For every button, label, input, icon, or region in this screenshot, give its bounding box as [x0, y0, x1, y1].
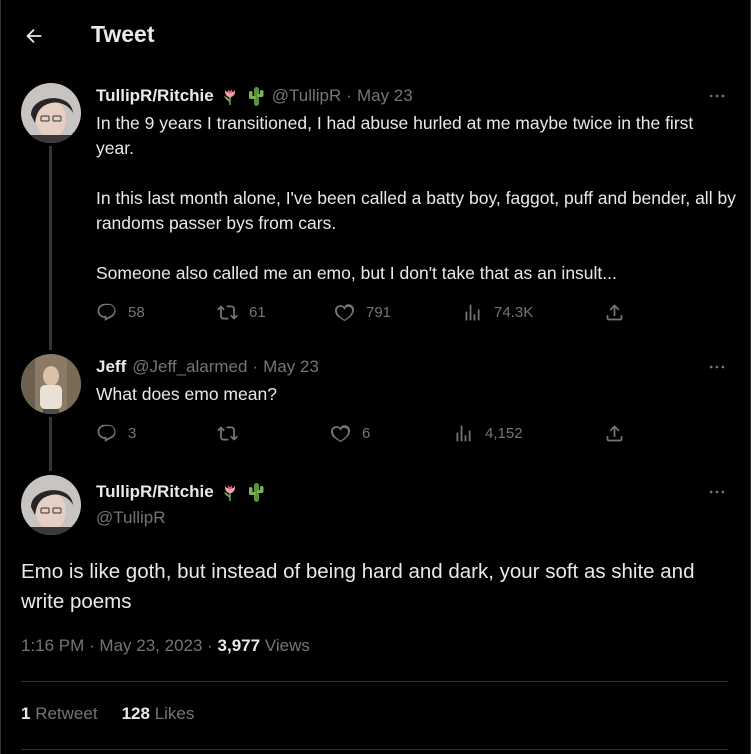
- tweet-text: In the 9 years I transitioned, I had abu…: [96, 113, 736, 283]
- retweet-button[interactable]: 61: [217, 302, 266, 323]
- more-icon: [709, 490, 725, 494]
- more-icon: [709, 94, 725, 98]
- tweet-handle-row: @TullipR: [96, 508, 166, 528]
- cactus-emoji-icon: [246, 482, 266, 502]
- tweet-text: What does emo mean?: [96, 384, 277, 404]
- user-handle[interactable]: @Jeff_alarmed: [132, 357, 247, 377]
- cactus-emoji-icon: [246, 86, 266, 106]
- thread-connector: [49, 417, 52, 471]
- page-title: Tweet: [91, 21, 155, 47]
- more-options-button[interactable]: [705, 357, 729, 377]
- user-handle[interactable]: @TullipR: [96, 508, 166, 528]
- page-header: Tweet: [1, 0, 751, 70]
- retweet-icon: [217, 426, 238, 441]
- divider: [21, 749, 728, 750]
- retweet-total: 1: [21, 704, 31, 723]
- focused-tweet-text: Emo is like goth, but instead of being h…: [21, 560, 695, 613]
- dot-separator: ·: [84, 636, 100, 655]
- tweet-actions: 3 6 4,152: [96, 423, 636, 447]
- user-handle[interactable]: @TullipR: [272, 86, 342, 106]
- views-count: 74.3K: [494, 304, 534, 321]
- tulip-emoji-icon: [220, 86, 240, 106]
- retweet-label: Retweet: [35, 704, 98, 723]
- reply-button[interactable]: 3: [96, 423, 136, 444]
- display-name[interactable]: TullipR/Ritchie: [96, 86, 214, 106]
- reply-icon: [97, 424, 116, 442]
- heart-icon: [330, 425, 351, 443]
- tweet-author-row: TullipR/Ritchie: [96, 482, 266, 502]
- views-count: 4,152: [485, 425, 523, 442]
- tweet-author-row: Jeff @Jeff_alarmed · May 23: [96, 357, 319, 377]
- avatar[interactable]: [21, 354, 81, 414]
- likes-total: 128: [121, 704, 150, 723]
- analytics-icon: [465, 304, 480, 321]
- tweet-author-row: TullipR/Ritchie @TullipR · May 23: [96, 86, 413, 106]
- engagement-stats: 1 Retweet 128 Likes: [21, 704, 194, 724]
- tweet-time[interactable]: 1:16 PM: [21, 636, 84, 655]
- views-button[interactable]: 4,152: [453, 423, 523, 444]
- likes-label: Likes: [154, 704, 195, 723]
- tweet-actions: 58 61 791 74.3K: [96, 302, 636, 326]
- more-options-button[interactable]: [705, 482, 729, 502]
- arrow-left-icon: [26, 28, 42, 44]
- tweet-metadata: 1:16 PM · May 23, 2023 · 3,977 Views: [21, 636, 310, 656]
- tweet-date[interactable]: May 23, 2023: [99, 636, 202, 655]
- like-button[interactable]: 6: [330, 423, 370, 444]
- tweet-thread-page: Tweet TullipR/Ritchie @TullipR · May 23 …: [0, 0, 751, 754]
- reply-button[interactable]: 58: [96, 302, 145, 323]
- share-button[interactable]: [604, 302, 625, 323]
- retweet-button[interactable]: [217, 423, 249, 444]
- retweets-stat[interactable]: 1 Retweet: [21, 704, 98, 724]
- more-options-button[interactable]: [705, 86, 729, 106]
- views-button[interactable]: 74.3K: [462, 302, 533, 323]
- back-button[interactable]: [19, 22, 49, 50]
- tulip-emoji-icon: [220, 482, 240, 502]
- views-label: Views: [264, 636, 310, 655]
- display-name[interactable]: TullipR/Ritchie: [96, 482, 214, 502]
- reply-count: 58: [128, 304, 145, 321]
- retweet-count: 61: [249, 304, 266, 321]
- more-icon: [709, 365, 725, 369]
- like-count: 791: [366, 304, 392, 321]
- avatar[interactable]: [21, 475, 81, 535]
- display-name[interactable]: Jeff: [96, 357, 126, 377]
- dot-separator: ·: [346, 86, 352, 105]
- share-icon: [606, 425, 623, 442]
- retweet-icon: [217, 305, 238, 320]
- reply-count: 3: [128, 425, 137, 442]
- tweet-date[interactable]: May 23: [263, 357, 319, 377]
- like-count: 6: [362, 425, 371, 442]
- likes-stat[interactable]: 128 Likes: [122, 704, 195, 724]
- thread-connector: [49, 146, 52, 350]
- like-button[interactable]: 791: [334, 302, 391, 323]
- views-count: 3,977: [217, 636, 261, 655]
- dot-separator: ·: [252, 357, 259, 376]
- dot-separator: ·: [202, 636, 218, 655]
- tweet-date[interactable]: May 23: [357, 86, 413, 106]
- share-button[interactable]: [604, 423, 625, 444]
- share-icon: [606, 304, 623, 321]
- reply-icon: [97, 303, 116, 321]
- avatar[interactable]: [21, 83, 81, 143]
- divider: [21, 681, 728, 682]
- heart-icon: [334, 304, 355, 322]
- analytics-icon: [456, 425, 471, 442]
